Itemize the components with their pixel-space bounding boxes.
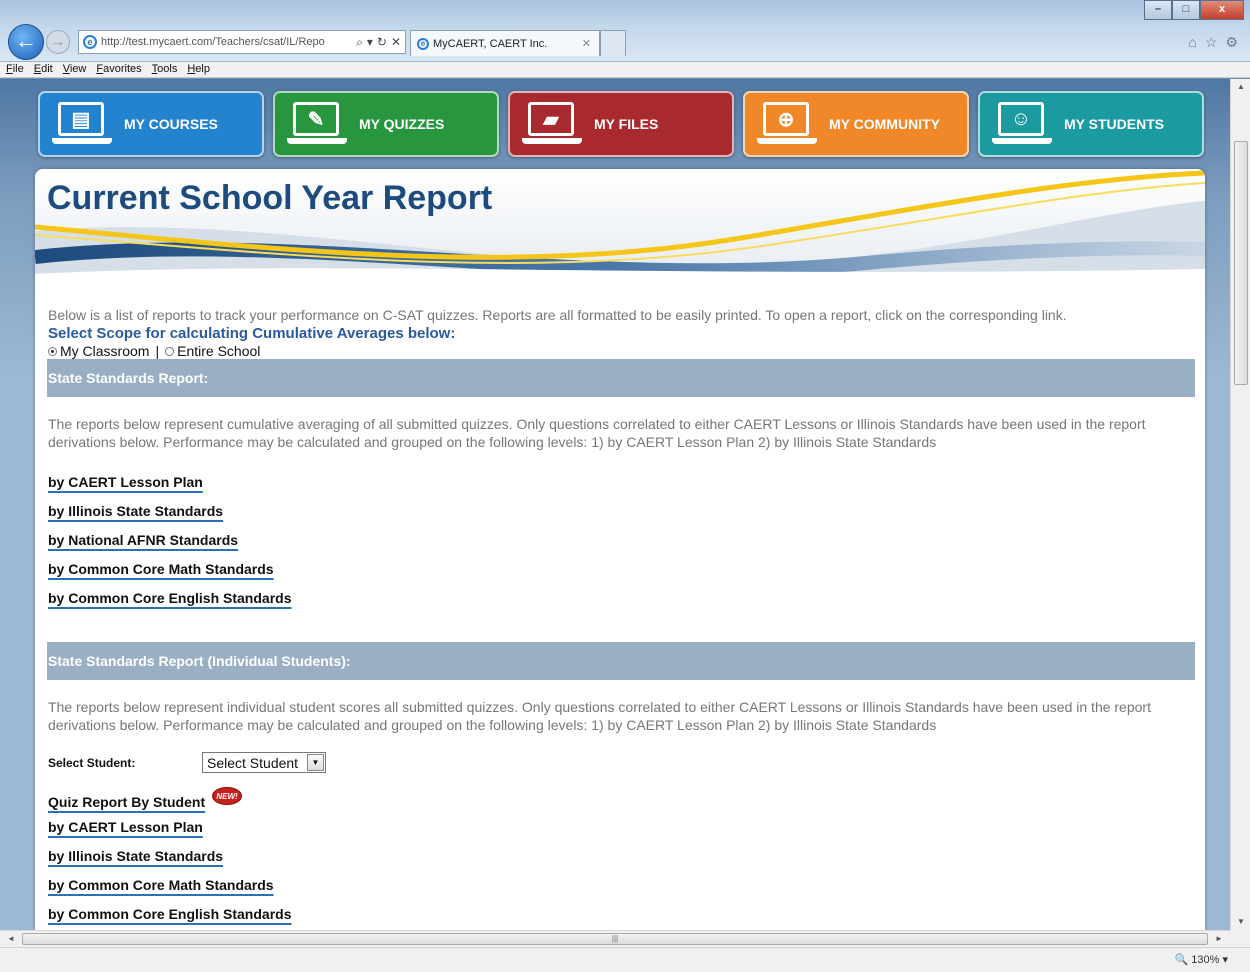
address-bar[interactable]: e http://test.mycaert.com/Teachers/csat/… xyxy=(78,30,406,54)
menu-file[interactable]: File xyxy=(6,62,24,77)
nav-tile-my-students[interactable]: ☺ MY STUDENTS xyxy=(978,91,1204,157)
scope-label-entire-school[interactable]: Entire School xyxy=(177,343,260,359)
back-button[interactable]: ← xyxy=(8,24,44,60)
tab-title: MyCAERT, CAERT Inc. xyxy=(433,37,548,50)
select-student-dropdown[interactable]: Select Student ▼ xyxy=(202,752,326,773)
favorites-star-icon[interactable]: ☆ xyxy=(1205,34,1218,51)
folder-icon: ▰ xyxy=(522,102,584,146)
menu-view[interactable]: View xyxy=(63,62,87,77)
minimize-button[interactable]: – xyxy=(1144,0,1172,20)
laptop-icon: ▤ xyxy=(52,102,114,146)
refresh-icon[interactable]: ↻ xyxy=(377,35,387,50)
section-header-individual-students: State Standards Report (Individual Stude… xyxy=(47,642,1195,680)
scope-radio-my-classroom[interactable] xyxy=(48,346,57,356)
nav-tile-my-courses[interactable]: ▤ MY COURSES xyxy=(38,91,264,157)
student-face-icon: ☺ xyxy=(992,102,1054,146)
link-student-common-core-math[interactable]: by Common Core Math Standards xyxy=(48,876,274,895)
zoom-control[interactable]: 🔍 130% ▾ xyxy=(1175,953,1229,966)
report-content: Below is a list of reports to track your… xyxy=(47,307,1195,930)
scroll-left-arrow[interactable]: ◄ xyxy=(2,931,20,947)
ie-icon: e xyxy=(83,35,97,49)
link-student-common-core-english[interactable]: by Common Core English Standards xyxy=(48,905,291,924)
link-common-core-math[interactable]: by Common Core Math Standards xyxy=(48,560,274,579)
link-student-caert-lesson-plan[interactable]: by CAERT Lesson Plan xyxy=(48,818,203,837)
gear-icon[interactable]: ⚙ xyxy=(1225,34,1238,51)
scroll-right-arrow[interactable]: ► xyxy=(1210,931,1228,947)
vertical-scroll-thumb[interactable] xyxy=(1234,141,1248,385)
home-icon[interactable]: ⌂ xyxy=(1188,34,1196,51)
menu-edit[interactable]: Edit xyxy=(34,62,53,77)
intro-text: Below is a list of reports to track your… xyxy=(48,307,1067,323)
nav-tiles: ▤ MY COURSES ✎ MY QUIZZES ▰ MY FILES ⊕ M… xyxy=(38,91,1204,157)
browser-titlebar: – □ x ← → e http://test.mycaert.com/Teac… xyxy=(0,0,1250,62)
horizontal-scroll-thumb[interactable]: ||| xyxy=(22,933,1208,945)
stop-icon[interactable]: ✕ xyxy=(391,35,401,50)
menu-favorites[interactable]: Favorites xyxy=(96,62,141,77)
link-caert-lesson-plan[interactable]: by CAERT Lesson Plan xyxy=(48,473,203,492)
scrollbar-corner xyxy=(1230,930,1250,947)
tab-close-icon[interactable]: ✕ xyxy=(582,37,599,50)
select-student-value: Select Student xyxy=(207,754,299,771)
link-common-core-english[interactable]: by Common Core English Standards xyxy=(48,589,291,608)
nav-tile-my-community[interactable]: ⊕ MY COMMUNITY xyxy=(743,91,969,157)
page-viewport: ▤ MY COURSES ✎ MY QUIZZES ▰ MY FILES ⊕ M… xyxy=(0,79,1230,930)
report-link-list: by CAERT Lesson Plan by Illinois State S… xyxy=(48,473,1193,608)
nav-tile-label: MY FILES xyxy=(594,116,659,132)
link-national-afnr-standards[interactable]: by National AFNR Standards xyxy=(48,531,238,550)
nav-tile-label: MY COURSES xyxy=(124,116,218,132)
chevron-down-icon[interactable]: ▾ xyxy=(1222,954,1228,966)
window-controls: – □ x xyxy=(1144,0,1244,20)
nav-tile-label: MY COMMUNITY xyxy=(829,116,940,132)
link-quiz-report-by-student[interactable]: Quiz Report By Student xyxy=(48,793,205,812)
new-badge: NEW! xyxy=(212,787,243,805)
scope-separator: | xyxy=(155,343,160,359)
nav-tile-my-files[interactable]: ▰ MY FILES xyxy=(508,91,734,157)
nav-tile-label: MY QUIZZES xyxy=(359,116,445,132)
new-tab-button[interactable] xyxy=(600,30,626,56)
scope-heading: Select Scope for calculating Cumulative … xyxy=(48,325,456,342)
report-panel: Current School Year Report Below is a li… xyxy=(35,169,1205,930)
browser-tab[interactable]: e MyCAERT, CAERT Inc. ✕ xyxy=(410,30,600,56)
dropdown-icon[interactable]: ▾ xyxy=(367,35,373,50)
nav-tile-my-quizzes[interactable]: ✎ MY QUIZZES xyxy=(273,91,499,157)
forward-button[interactable]: → xyxy=(46,30,70,54)
nav-tile-label: MY STUDENTS xyxy=(1064,116,1165,132)
section-description: The reports below represent cumulative a… xyxy=(48,416,1146,450)
globe-icon: ⊕ xyxy=(757,102,819,146)
page-title: Current School Year Report xyxy=(47,179,493,217)
zoom-level: 130% xyxy=(1191,954,1220,966)
section-description: The reports below represent individual s… xyxy=(48,699,1151,733)
vertical-scrollbar[interactable]: ▲ ▼ xyxy=(1230,79,1250,930)
menu-bar: File Edit View Favorites Tools Help xyxy=(0,62,1250,78)
link-student-illinois-state-standards[interactable]: by Illinois State Standards xyxy=(48,847,223,866)
scope-radio-entire-school[interactable] xyxy=(165,346,175,356)
chevron-down-icon[interactable]: ▼ xyxy=(307,754,324,771)
close-window-button[interactable]: x xyxy=(1200,0,1244,20)
scroll-down-arrow[interactable]: ▼ xyxy=(1231,914,1250,930)
section-header-state-standards: State Standards Report: xyxy=(47,359,1195,397)
link-illinois-state-standards[interactable]: by Illinois State Standards xyxy=(48,502,223,521)
scope-label-my-classroom[interactable]: My Classroom xyxy=(60,343,149,359)
status-bar: 🔍 130% ▾ xyxy=(0,947,1250,972)
maximize-button[interactable]: □ xyxy=(1172,0,1200,20)
search-icon[interactable]: ⌕ xyxy=(356,35,363,50)
tab-favicon-icon: e xyxy=(417,37,429,50)
scope-radio-group: My Classroom | Entire School xyxy=(48,343,1193,359)
address-url[interactable]: http://test.mycaert.com/Teachers/csat/IL… xyxy=(101,36,356,48)
zoom-icon: 🔍 xyxy=(1174,954,1189,966)
select-student-row: Select Student: Select Student ▼ xyxy=(48,752,1193,773)
menu-tools[interactable]: Tools xyxy=(152,62,178,77)
quiz-report-row: Quiz Report By Student NEW! xyxy=(48,787,1193,812)
edit-icon: ✎ xyxy=(287,102,349,146)
scroll-up-arrow[interactable]: ▲ xyxy=(1231,79,1250,95)
menu-help[interactable]: Help xyxy=(187,62,210,77)
select-student-label: Select Student: xyxy=(48,755,136,770)
horizontal-scrollbar[interactable]: ◄ ||| ► xyxy=(0,930,1230,947)
